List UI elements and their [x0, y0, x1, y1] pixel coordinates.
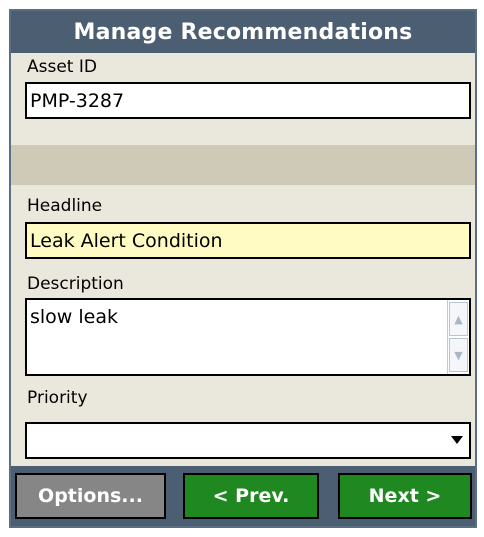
button-bar: Options... < Prev. Next > — [11, 466, 475, 526]
next-button[interactable]: Next > — [338, 473, 472, 519]
description-field[interactable]: slow leak ▲ ▼ — [25, 298, 471, 376]
priority-label: Priority — [27, 388, 88, 408]
scroll-up-icon[interactable]: ▲ — [449, 302, 468, 336]
asset-id-label: Asset ID — [27, 57, 97, 77]
headline-field[interactable]: Leak Alert Condition — [25, 222, 471, 259]
description-label: Description — [27, 274, 124, 294]
headline-value: Leak Alert Condition — [30, 229, 223, 252]
headline-label: Headline — [27, 196, 103, 216]
scroll-down-icon[interactable]: ▼ — [449, 338, 468, 372]
window-title: Manage Recommendations — [73, 19, 413, 45]
chevron-down-icon[interactable] — [451, 436, 463, 444]
title-bar: Manage Recommendations — [11, 11, 475, 53]
asset-id-field[interactable]: PMP-3287 — [25, 82, 471, 119]
options-button[interactable]: Options... — [15, 473, 166, 519]
description-value: slow leak — [30, 306, 118, 328]
description-scrollbar[interactable]: ▲ ▼ — [447, 300, 469, 374]
asset-id-value: PMP-3287 — [30, 89, 125, 112]
section-divider — [11, 145, 475, 185]
prev-button[interactable]: < Prev. — [183, 473, 319, 519]
manage-recommendations-window: Manage Recommendations Asset ID PMP-3287… — [9, 9, 477, 528]
priority-dropdown[interactable] — [25, 422, 471, 459]
